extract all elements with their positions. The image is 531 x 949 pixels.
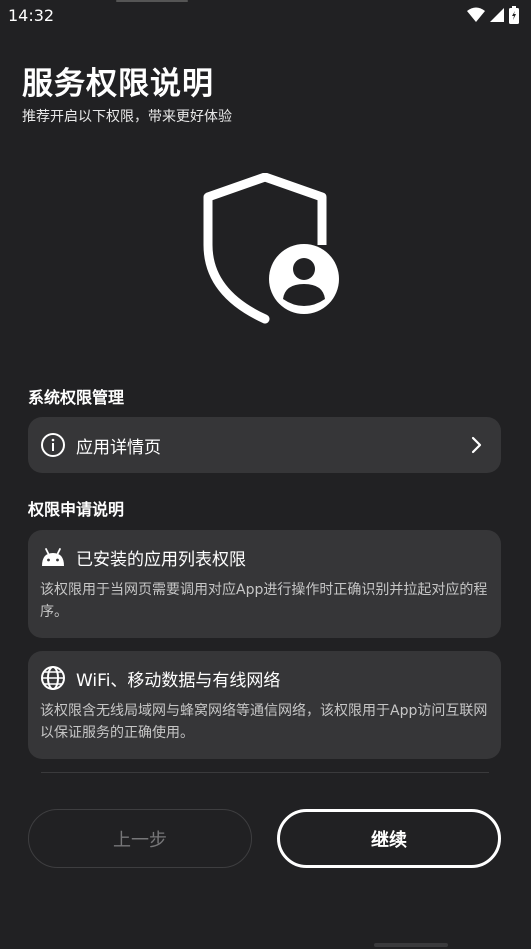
permission-title: 已安装的应用列表权限 <box>76 549 246 570</box>
home-indicator <box>374 943 448 947</box>
globe-icon <box>40 665 66 691</box>
back-button[interactable]: 上一步 <box>28 809 252 868</box>
continue-button[interactable]: 继续 <box>277 809 501 868</box>
camera-notch <box>116 0 188 2</box>
status-bar: 14:32 <box>0 0 531 32</box>
android-icon <box>40 544 66 570</box>
app-details-item[interactable]: 应用详情页 <box>28 417 501 473</box>
permission-request-heading: 权限申请说明 <box>28 500 125 519</box>
permission-card-app-list: 已安装的应用列表权限 该权限用于当网页需要调用对应App进行操作时正确识别并拉起… <box>28 530 501 638</box>
app-details-label: 应用详情页 <box>76 437 161 458</box>
page-subtitle: 推荐开启以下权限，带来更好体验 <box>22 109 232 125</box>
permission-description: 该权限含无线局域网与蜂窝网络等通信网络，该权限用于App访问互联网以保证服务的正… <box>40 703 488 741</box>
battery-icon <box>509 6 519 24</box>
permission-title: WiFi、移动数据与有线网络 <box>76 670 281 691</box>
status-icons <box>467 6 519 24</box>
shield-user-icon <box>203 173 339 324</box>
wifi-icon <box>467 7 485 22</box>
signal-icon <box>490 8 504 22</box>
divider <box>41 772 489 773</box>
chevron-right-icon <box>463 432 489 458</box>
status-time: 14:32 <box>8 6 55 25</box>
permission-description: 该权限用于当网页需要调用对应App进行操作时正确识别并拉起对应的程序。 <box>40 582 488 620</box>
info-icon <box>40 432 66 458</box>
page-title: 服务权限说明 <box>22 66 214 102</box>
system-permission-heading: 系统权限管理 <box>28 388 125 407</box>
permission-card-network: WiFi、移动数据与有线网络 该权限含无线局域网与蜂窝网络等通信网络，该权限用于… <box>28 651 501 759</box>
